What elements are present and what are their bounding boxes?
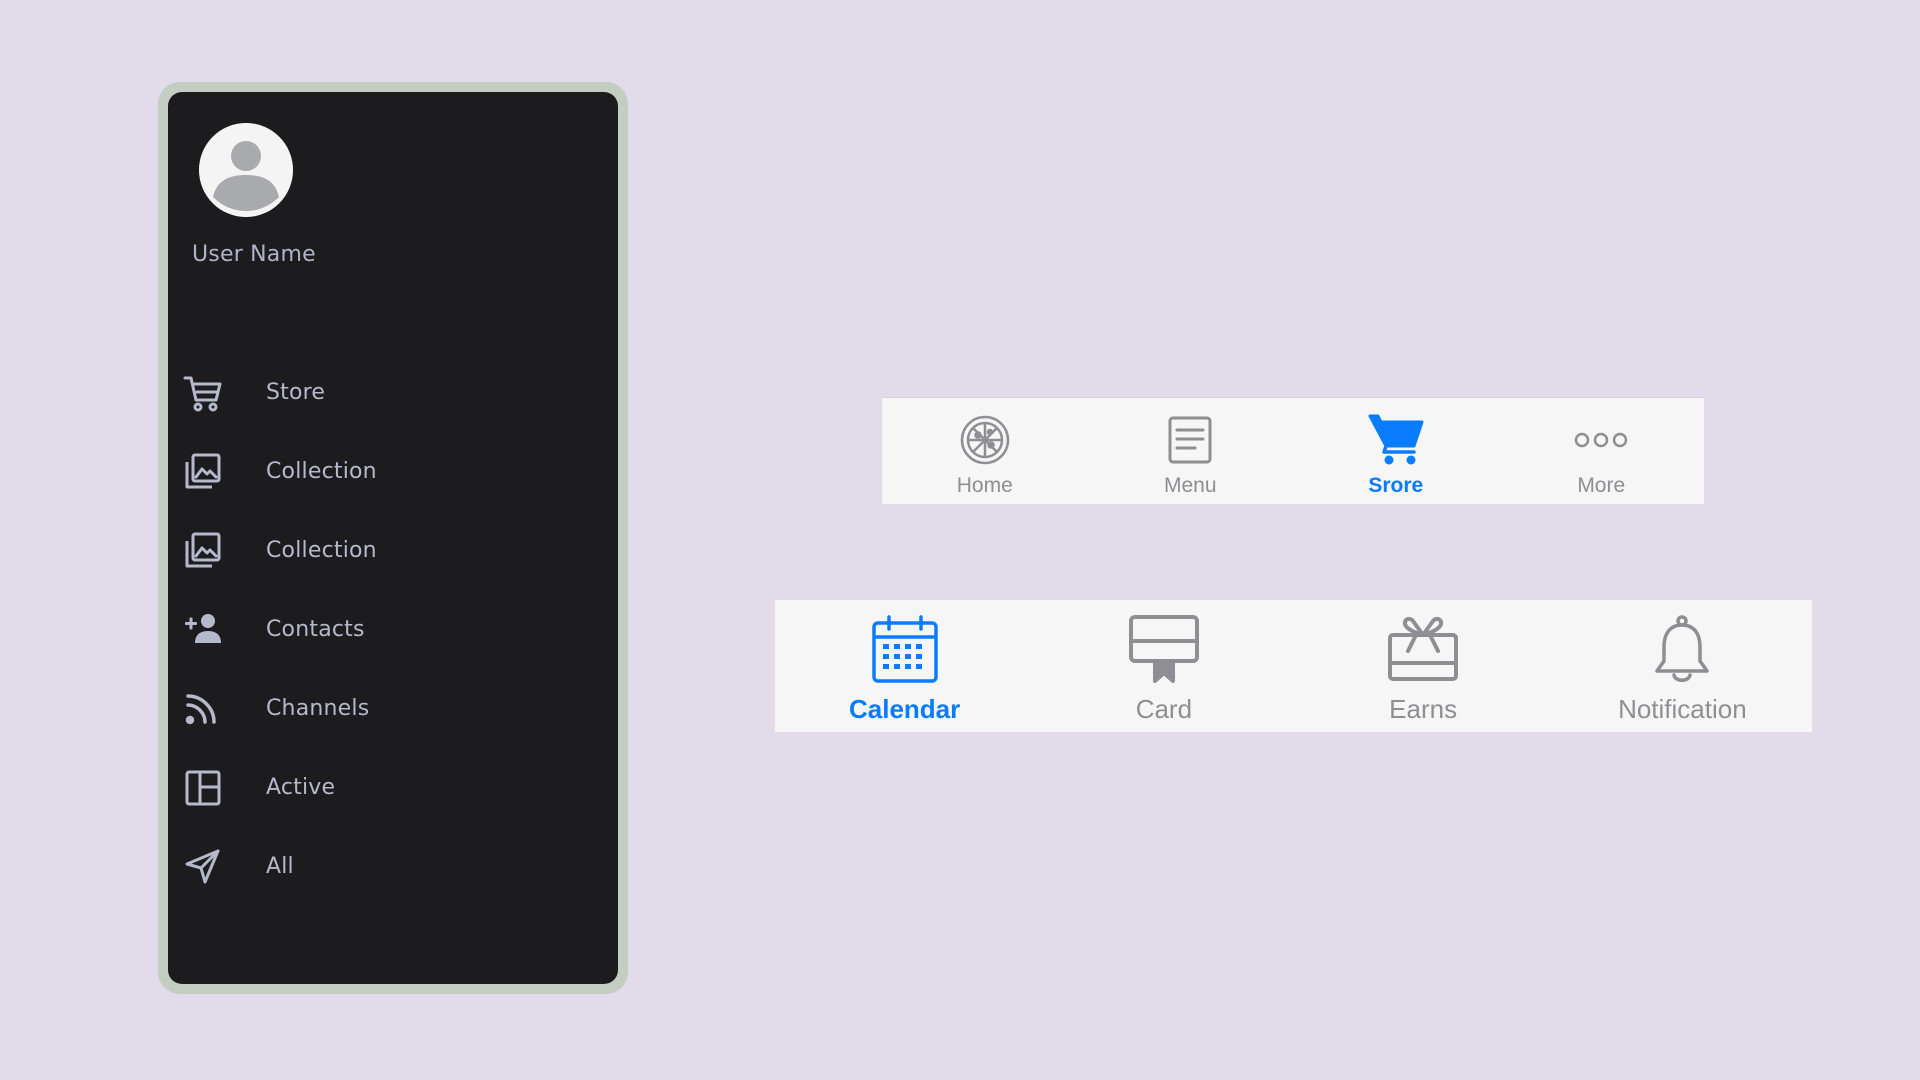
tab-notification[interactable]: Notification: [1553, 600, 1812, 732]
tab-label: Srore: [1368, 474, 1424, 497]
tab-label: Card: [1135, 694, 1193, 724]
tab-menu[interactable]: Menu: [1088, 398, 1294, 504]
drawer-frame: User Name Store Collection Collection Co…: [158, 82, 628, 994]
drawer-item-store[interactable]: Store: [168, 372, 618, 451]
layout-icon: [182, 767, 224, 809]
collection-icon: [182, 451, 224, 493]
cart-icon: [1368, 412, 1424, 468]
drawer-item-label: Store: [266, 380, 326, 405]
drawer-item-collection-2[interactable]: Collection: [168, 530, 618, 609]
calendar-icon: [868, 613, 942, 687]
tab-bar-top: Home Menu Srore More: [882, 397, 1704, 504]
tab-label: Calendar: [848, 694, 961, 724]
drawer-item-label: All: [266, 854, 294, 879]
drawer-item-label: Channels: [266, 696, 370, 721]
drawer-item-label: Active: [266, 775, 336, 800]
tab-label: More: [1577, 474, 1626, 497]
drawer-item-label: Collection: [266, 459, 377, 484]
tab-label: Earns: [1389, 694, 1458, 724]
tab-calendar[interactable]: Calendar: [775, 600, 1034, 732]
tab-store[interactable]: Srore: [1293, 398, 1499, 504]
tab-card[interactable]: Card: [1034, 600, 1293, 732]
tab-bar-bottom: Calendar Card Earns Notification: [775, 600, 1812, 732]
tab-label: Notification: [1618, 694, 1747, 724]
drawer-item-all[interactable]: All: [168, 846, 618, 925]
tab-earns[interactable]: Earns: [1294, 600, 1553, 732]
add-contact-icon: [182, 609, 224, 651]
bell-icon: [1645, 613, 1719, 687]
drawer-item-label: Collection: [266, 538, 377, 563]
drawer-item-active[interactable]: Active: [168, 767, 618, 846]
user-avatar-icon[interactable]: [199, 123, 293, 217]
drawer-item-label: Contacts: [266, 617, 365, 642]
tab-label: Home: [956, 474, 1013, 497]
drawer-item-channels[interactable]: Channels: [168, 688, 618, 767]
send-icon: [182, 846, 224, 888]
gift-icon: [1386, 613, 1460, 687]
card-icon: [1127, 613, 1201, 687]
tab-more[interactable]: More: [1499, 398, 1705, 504]
drawer-menu: Store Collection Collection Contacts Cha…: [168, 372, 618, 925]
menu-list-icon: [1162, 412, 1218, 468]
drawer-item-contacts[interactable]: Contacts: [168, 609, 618, 688]
more-dots-icon: [1573, 412, 1629, 468]
pizza-icon: [957, 412, 1013, 468]
rss-icon: [182, 688, 224, 730]
cart-icon: [182, 372, 224, 414]
collection-icon: [182, 530, 224, 572]
user-name: User Name: [192, 242, 316, 267]
tab-home[interactable]: Home: [882, 398, 1088, 504]
navigation-drawer: User Name Store Collection Collection Co…: [168, 92, 618, 984]
tab-label: Menu: [1163, 474, 1217, 497]
drawer-item-collection[interactable]: Collection: [168, 451, 618, 530]
